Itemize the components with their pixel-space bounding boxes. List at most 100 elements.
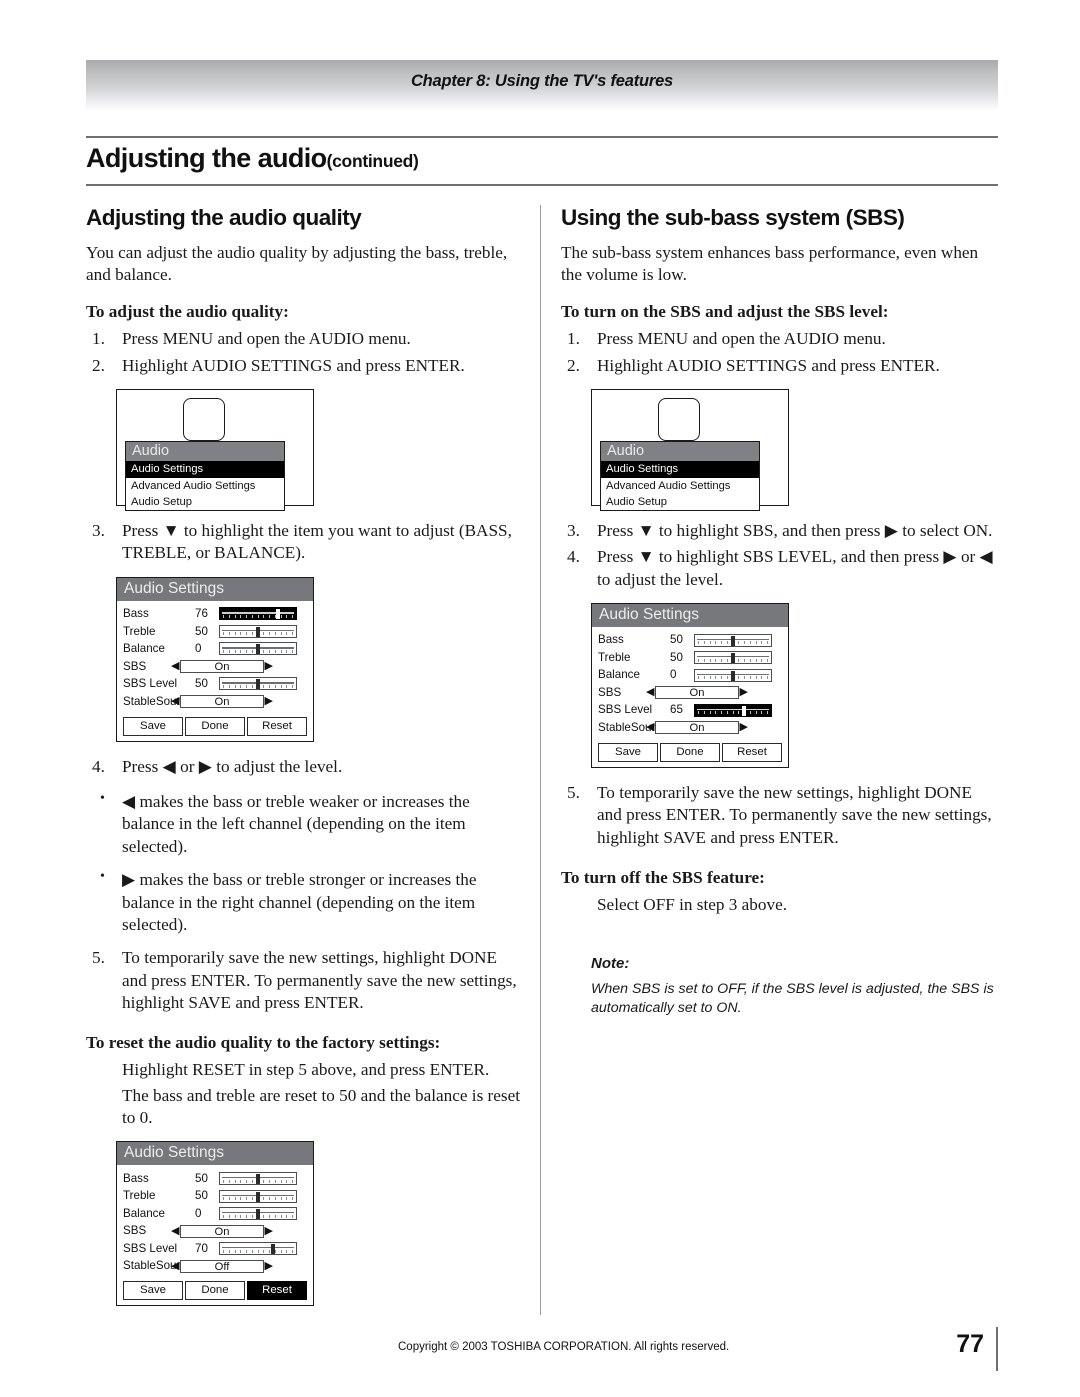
right-arrow-icon[interactable]: ▶ bbox=[740, 687, 748, 698]
osd-row-value: 50 bbox=[195, 1171, 208, 1185]
right-arrow-icon[interactable]: ▶ bbox=[265, 660, 273, 672]
tv-audio-settings-title-3: Audio Settings bbox=[592, 604, 788, 627]
osd-row-label: SBS Level bbox=[123, 677, 178, 691]
osd-slider[interactable] bbox=[694, 633, 772, 647]
osd-row-treble[interactable]: Treble 50 bbox=[123, 1188, 307, 1205]
osd-row-sbs[interactable]: SBS ◀ On ▶ bbox=[123, 1223, 307, 1240]
osd-row-sbs[interactable]: SBS ◀ On ▶ bbox=[598, 684, 782, 701]
osd-row-balance[interactable]: Balance 0 bbox=[123, 1205, 307, 1222]
slider-thumb[interactable] bbox=[256, 1174, 260, 1184]
osd-onoff-selector[interactable]: ◀ On ▶ bbox=[646, 721, 748, 735]
osd-save-button[interactable]: Save bbox=[598, 742, 658, 763]
tv-audio-settings-buttons-2: Save Done Reset bbox=[117, 1279, 313, 1305]
tv-menu-item-advanced-audio-settings-right[interactable]: Advanced Audio Settings bbox=[601, 478, 759, 494]
slider-thumb[interactable] bbox=[256, 1209, 260, 1219]
manual-page: Chapter 8: Using the TV's features Adjus… bbox=[0, 0, 1080, 1397]
osd-row-sbs-level[interactable]: SBS Level 70 bbox=[123, 1240, 307, 1257]
osd-row-balance[interactable]: Balance 0 bbox=[598, 667, 782, 684]
osd-done-button[interactable]: Done bbox=[185, 716, 245, 736]
osd-slider[interactable] bbox=[219, 1172, 297, 1185]
left-arrow-icon[interactable]: ◀ bbox=[171, 1225, 179, 1237]
right-arrow-icon[interactable]: ▶ bbox=[740, 722, 748, 733]
slider-thumb[interactable] bbox=[731, 670, 735, 681]
right-arrow-icon[interactable]: ▶ bbox=[265, 695, 273, 707]
slider-thumb[interactable] bbox=[256, 644, 260, 655]
osd-slider[interactable] bbox=[219, 1242, 297, 1255]
tv-audio-settings-panel-2: Audio Settings Bass 50 Treble 50 Balance… bbox=[116, 1141, 314, 1307]
osd-save-button[interactable]: Save bbox=[123, 716, 183, 736]
left-arrow-icon[interactable]: ◀ bbox=[646, 687, 654, 698]
right-arrow-icon[interactable]: ▶ bbox=[265, 1260, 273, 1272]
osd-slider[interactable] bbox=[219, 607, 297, 621]
left-steps-1-2: 1. Press MENU and open the AUDIO menu. 2… bbox=[86, 328, 526, 377]
osd-row-label: Balance bbox=[123, 642, 165, 656]
tv-menu-panel: Audio Audio Settings Advanced Audio Sett… bbox=[125, 441, 285, 512]
tv-menu-item-audio-settings-right[interactable]: Audio Settings bbox=[601, 461, 759, 478]
tv-menu-item-audio-settings[interactable]: Audio Settings bbox=[126, 461, 284, 478]
osd-slider[interactable] bbox=[219, 677, 297, 691]
slider-thumb[interactable] bbox=[742, 705, 747, 716]
left-step-4-number: 4. bbox=[92, 756, 105, 776]
osd-onoff-selector[interactable]: ◀ Off ▶ bbox=[171, 1259, 273, 1273]
osd-row-stablesound[interactable]: StableSound ◀ Off ▶ bbox=[123, 1258, 307, 1275]
left-audio-settings-graphic-1: Audio Settings Bass 76 Treble 50 Balance… bbox=[116, 576, 526, 742]
osd-done-button[interactable]: Done bbox=[660, 742, 720, 763]
osd-onoff-value: On bbox=[655, 721, 739, 735]
slider-thumb[interactable] bbox=[275, 609, 280, 620]
tv-menu-item-audio-setup[interactable]: Audio Setup bbox=[126, 494, 284, 510]
osd-row-stablesound[interactable]: StableSound ◀ On ▶ bbox=[598, 719, 782, 736]
osd-slider[interactable] bbox=[219, 1207, 297, 1220]
osd-row-balance[interactable]: Balance 0 bbox=[123, 641, 307, 658]
left-steps-5: 5. To temporarily save the new settings,… bbox=[86, 947, 526, 1014]
osd-reset-button[interactable]: Reset bbox=[247, 716, 307, 736]
column-divider bbox=[540, 205, 541, 1315]
osd-reset-button[interactable]: Reset bbox=[722, 742, 782, 763]
osd-row-sbs-level[interactable]: SBS Level 50 bbox=[123, 676, 307, 693]
tv-menu-item-advanced-audio-settings[interactable]: Advanced Audio Settings bbox=[126, 478, 284, 494]
osd-row-treble[interactable]: Treble 50 bbox=[598, 649, 782, 666]
osd-onoff-selector[interactable]: ◀ On ▶ bbox=[171, 659, 273, 673]
osd-row-treble[interactable]: Treble 50 bbox=[123, 623, 307, 640]
left-subheading-adjust: To adjust the audio quality: bbox=[86, 302, 289, 322]
left-step-5-text: To temporarily save the new settings, hi… bbox=[122, 948, 517, 1012]
osd-row-bass[interactable]: Bass 76 bbox=[123, 606, 307, 623]
tv-menu-item-audio-setup-right[interactable]: Audio Setup bbox=[601, 494, 759, 510]
osd-slider[interactable] bbox=[694, 668, 772, 682]
osd-slider[interactable] bbox=[219, 642, 297, 656]
left-step-1-text: Press MENU and open the AUDIO menu. bbox=[122, 329, 411, 349]
left-arrow-icon[interactable]: ◀ bbox=[171, 660, 179, 672]
left-subheading-reset: To reset the audio quality to the factor… bbox=[86, 1033, 441, 1053]
tv-audio-settings-panel-3: Audio Settings Bass 50 Treble 50 Balance… bbox=[591, 603, 789, 769]
left-bullet-2-marker: • bbox=[100, 869, 105, 885]
osd-done-button[interactable]: Done bbox=[185, 1281, 245, 1301]
osd-slider[interactable] bbox=[694, 703, 772, 717]
left-arrow-icon[interactable]: ◀ bbox=[646, 722, 654, 733]
osd-row-sbs[interactable]: SBS ◀ On ▶ bbox=[123, 658, 307, 675]
osd-row-stablesound[interactable]: StableSound ◀ On ▶ bbox=[123, 693, 307, 710]
osd-reset-button[interactable]: Reset bbox=[247, 1281, 307, 1301]
slider-thumb[interactable] bbox=[731, 653, 735, 664]
left-intro-paragraph: You can adjust the audio quality by adju… bbox=[86, 243, 508, 285]
osd-row-bass[interactable]: Bass 50 bbox=[123, 1170, 307, 1187]
osd-onoff-selector[interactable]: ◀ On ▶ bbox=[171, 694, 273, 708]
osd-row-label: Bass bbox=[598, 633, 624, 647]
osd-slider[interactable] bbox=[219, 624, 297, 638]
slider-thumb[interactable] bbox=[256, 679, 260, 690]
left-arrow-icon[interactable]: ◀ bbox=[171, 1260, 179, 1272]
left-arrow-icon[interactable]: ◀ bbox=[171, 695, 179, 707]
osd-slider[interactable] bbox=[219, 1189, 297, 1203]
osd-row-bass[interactable]: Bass 50 bbox=[598, 632, 782, 649]
slider-thumb[interactable] bbox=[256, 1191, 260, 1202]
osd-slider[interactable] bbox=[694, 651, 772, 665]
slider-thumb[interactable] bbox=[256, 626, 260, 637]
slider-thumb[interactable] bbox=[271, 1244, 276, 1254]
right-step-1: 1. Press MENU and open the AUDIO menu. bbox=[561, 328, 1001, 350]
osd-row-sbs-level[interactable]: SBS Level 65 bbox=[598, 702, 782, 719]
osd-save-button[interactable]: Save bbox=[123, 1281, 183, 1301]
osd-onoff-selector[interactable]: ◀ On ▶ bbox=[171, 1224, 273, 1238]
footer-copyright: Copyright © 2003 TOSHIBA CORPORATION. Al… bbox=[398, 1341, 730, 1353]
right-arrow-icon[interactable]: ▶ bbox=[265, 1225, 273, 1237]
left-bullet-left-arrow: • ◀ makes the bass or treble weaker or i… bbox=[86, 791, 526, 858]
osd-onoff-selector[interactable]: ◀ On ▶ bbox=[646, 686, 748, 700]
slider-thumb[interactable] bbox=[731, 635, 735, 646]
